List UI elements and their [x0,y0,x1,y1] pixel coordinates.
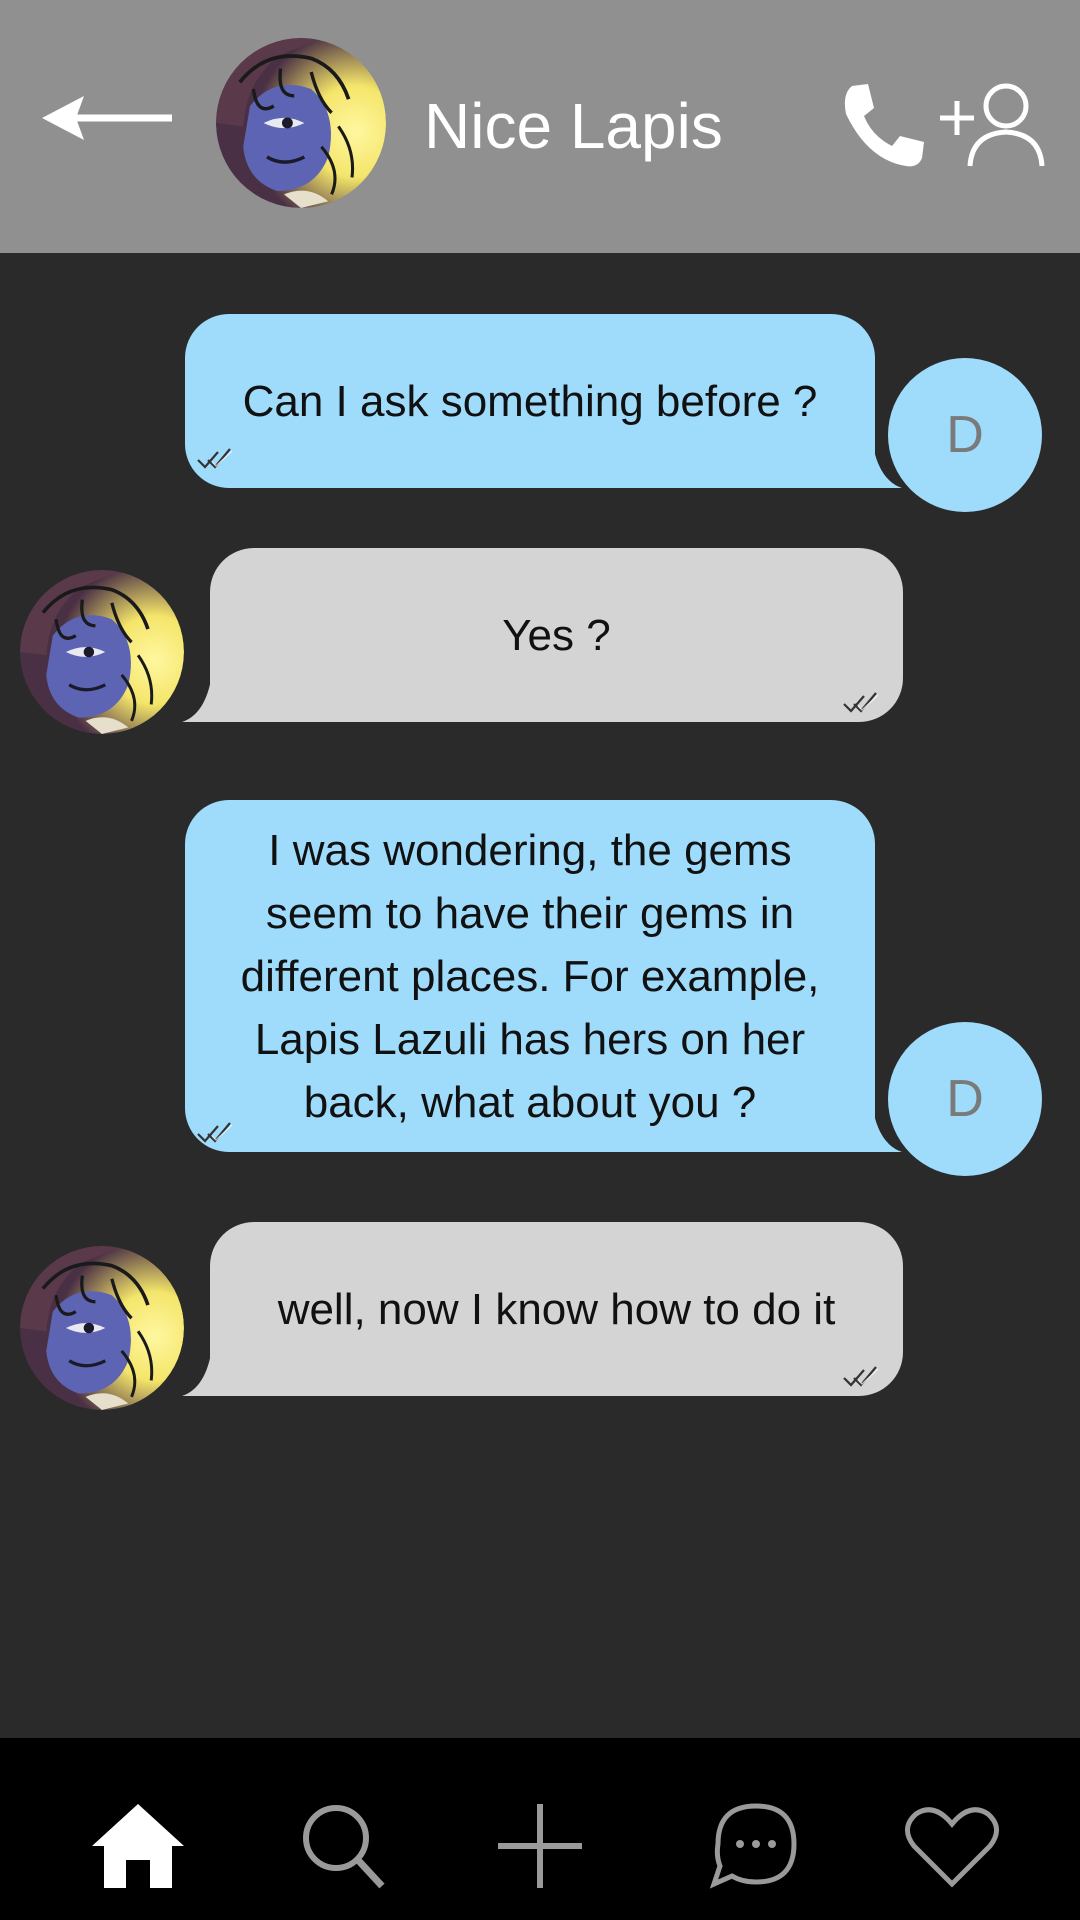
message-text: Can I ask something before ? [242,376,818,426]
message-text: I was wondering, the gems seem to have t… [240,825,820,1127]
message-bubble-sent[interactable]: Can I ask something before ? [185,314,875,488]
chat-header: Nice Lapis [0,0,1080,253]
contact-name[interactable]: Nice Lapis [424,88,723,164]
contact-avatar[interactable] [20,570,184,734]
message-text: Yes ? [502,610,611,660]
nav-create-button[interactable] [490,1800,590,1892]
read-receipt-icon [196,447,234,469]
home-icon [92,1804,184,1888]
call-button[interactable] [838,80,928,170]
chat-bubble-icon [709,1803,797,1889]
contact-avatar[interactable] [216,38,386,208]
message-bubble-received[interactable]: well, now I know how to do it [210,1222,903,1396]
plus-icon [498,1804,582,1888]
read-receipt-icon [842,1365,880,1387]
bubble-tail [182,674,212,722]
arrow-left-icon [42,96,172,140]
message-bubble-sent[interactable]: I was wondering, the gems seem to have t… [185,800,875,1152]
nav-home-button[interactable] [88,1800,188,1892]
phone-icon [844,84,924,167]
heart-icon [905,1807,999,1888]
nav-messages-button[interactable] [706,1800,806,1892]
message-bubble-received[interactable]: Yes ? [210,548,903,722]
nav-search-button[interactable] [294,1800,394,1892]
add-contact-button[interactable] [936,80,1046,170]
nav-favorites-button[interactable] [902,1800,1002,1892]
user-avatar[interactable]: D [888,358,1042,512]
add-user-icon [940,83,1045,167]
user-avatar[interactable]: D [888,1022,1042,1176]
read-receipt-icon [842,691,880,713]
contact-avatar[interactable] [20,1246,184,1410]
avatar-initial: D [946,406,984,464]
read-receipt-icon [196,1121,234,1143]
search-icon [303,1805,385,1889]
message-text: well, now I know how to do it [277,1284,836,1334]
avatar-initial: D [946,1070,984,1128]
bubble-tail [182,1348,212,1396]
back-button[interactable] [40,90,180,146]
